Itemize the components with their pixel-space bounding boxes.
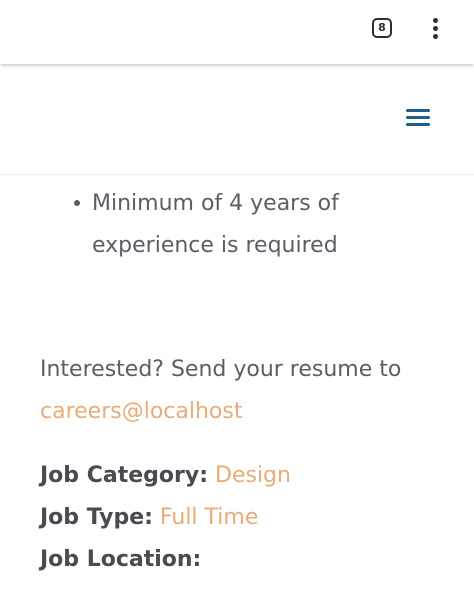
hamburger-menu-icon[interactable] [406,107,430,129]
job-category-label: Job Category: [40,463,208,488]
tab-switcher-button[interactable]: 8 [372,18,392,38]
more-vert-icon[interactable] [428,16,444,42]
list-bullet [74,200,80,206]
job-type-link[interactable]: Full Time [160,505,258,530]
job-category-link[interactable]: Design [215,463,291,488]
requirement-item: Minimum of 4 years of experience is requ… [92,191,339,258]
apply-text: Interested? Send your resume to [40,357,402,382]
job-category: Job Category: Design [40,461,291,491]
job-location-label: Job Location: [40,547,202,572]
job-type-label: Job Type: [40,505,153,530]
site-header [0,64,474,175]
apply-instructions: Interested? Send your resume to careers@… [40,349,440,433]
job-type: Job Type: Full Time [40,503,258,533]
browser-toolbar: 8 [0,0,474,64]
job-location: Job Location: [40,545,201,575]
careers-email-link[interactable]: careers@localhost [40,399,242,424]
